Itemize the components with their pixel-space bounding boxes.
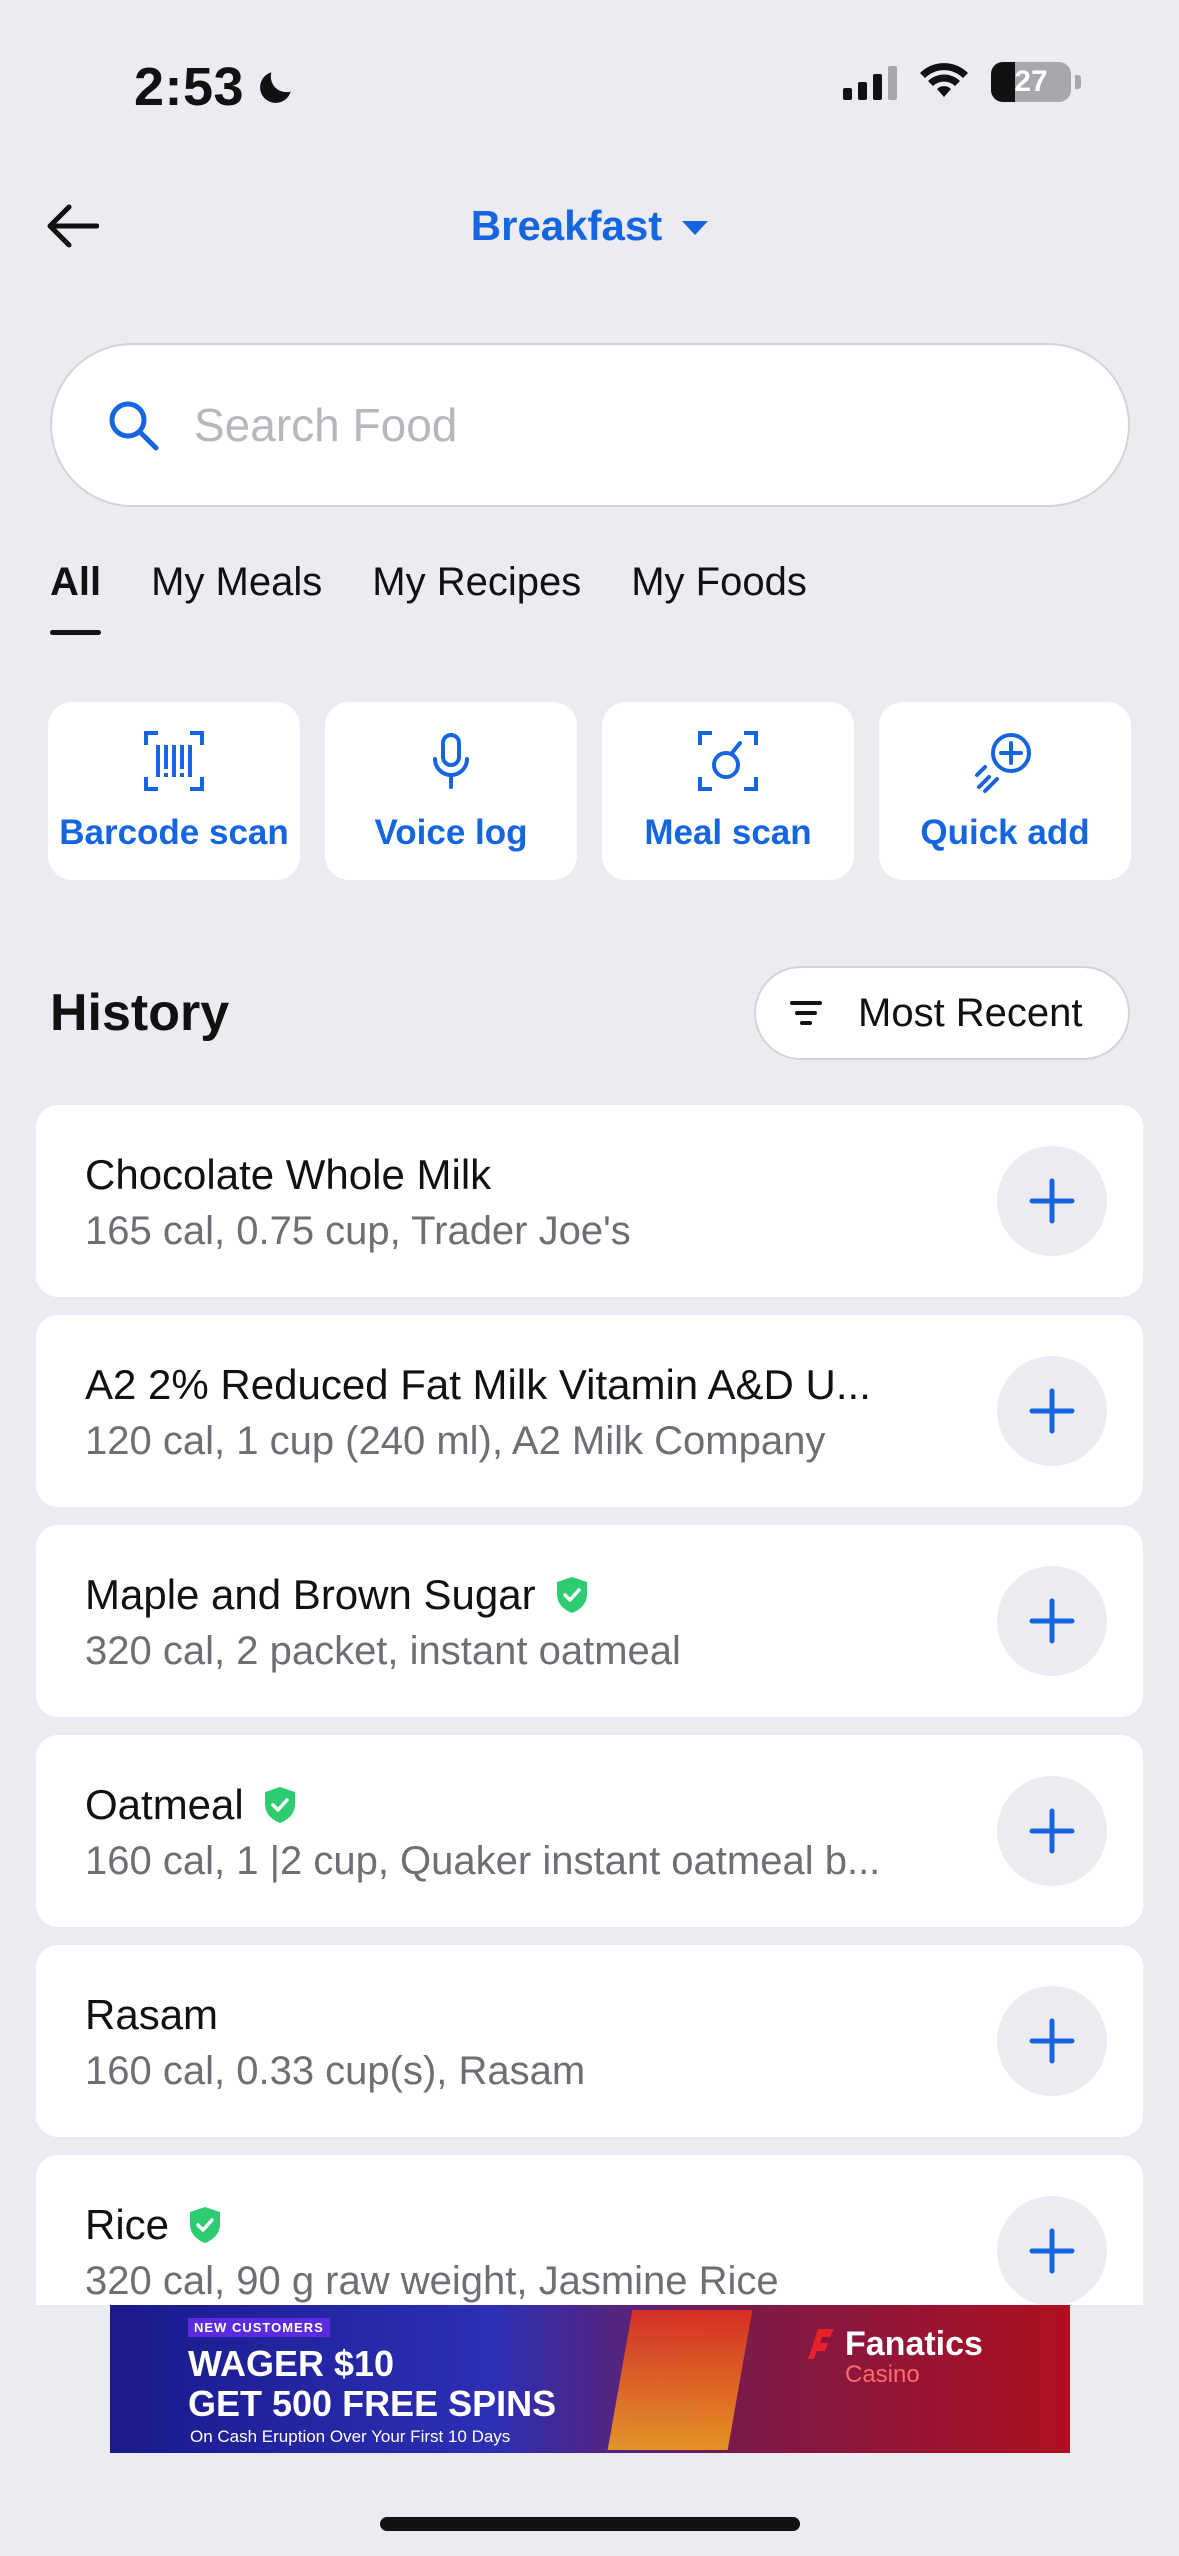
history-title: History xyxy=(50,984,230,1042)
status-time: 2:53 xyxy=(134,56,298,118)
barcode-scan-icon xyxy=(144,731,204,791)
tab-my-foods[interactable]: My Foods xyxy=(631,560,807,635)
ad-game-art xyxy=(607,2310,753,2450)
add-food-button[interactable] xyxy=(997,1146,1107,1256)
fanatics-logo-icon xyxy=(808,2329,834,2359)
ad-tagline: On Cash Eruption Over Your First 10 Days xyxy=(190,2427,511,2446)
meal-selector[interactable]: Breakfast xyxy=(0,202,1179,250)
cellular-signal-icon xyxy=(843,64,897,100)
home-indicator[interactable] xyxy=(380,2517,800,2531)
quick-add-icon xyxy=(975,733,1031,793)
add-food-button[interactable] xyxy=(997,1566,1107,1676)
history-list: Chocolate Whole Milk 165 cal, 0.75 cup, … xyxy=(0,1105,1179,2305)
ad-brand: Fanatics xyxy=(845,2325,983,2363)
chevron-down-icon xyxy=(682,221,709,235)
list-item[interactable]: Maple and Brown Sugar 320 cal, 2 packet,… xyxy=(36,1525,1143,1717)
ad-headline: WAGER $10 xyxy=(188,2343,395,2384)
plus-icon xyxy=(1029,2018,1075,2064)
food-detail: 165 cal, 0.75 cup, Trader Joe's xyxy=(85,1209,631,1253)
add-food-button[interactable] xyxy=(997,1356,1107,1466)
filter-icon xyxy=(790,1001,822,1025)
quick-actions: Barcode scan Voice log Meal scan Quick a… xyxy=(48,702,1131,880)
sort-label: Most Recent xyxy=(858,990,1083,1035)
voice-log-button[interactable]: Voice log xyxy=(325,702,577,880)
clock: 2:53 xyxy=(134,57,245,117)
plus-icon xyxy=(1029,1598,1075,1644)
tab-my-meals[interactable]: My Meals xyxy=(151,560,322,635)
tab-all[interactable]: All xyxy=(50,560,102,635)
plus-icon xyxy=(1029,1178,1075,1224)
verified-shield-icon xyxy=(264,1787,295,1823)
add-food-button[interactable] xyxy=(997,1776,1107,1886)
moon-icon xyxy=(260,72,291,103)
plus-icon xyxy=(1029,1808,1075,1854)
add-food-button[interactable] xyxy=(997,2196,1107,2305)
list-item[interactable]: Rasam 160 cal, 0.33 cup(s), Rasam xyxy=(36,1945,1143,2137)
plus-icon xyxy=(1029,2228,1075,2274)
status-icons: 27 xyxy=(843,62,1081,102)
wifi-icon xyxy=(920,63,968,97)
search-input[interactable] xyxy=(194,398,994,452)
barcode-scan-button[interactable]: Barcode scan xyxy=(48,702,300,880)
search-bar[interactable] xyxy=(50,343,1130,507)
microphone-icon xyxy=(433,733,469,789)
battery-icon: 27 xyxy=(991,62,1071,102)
food-name: Rasam xyxy=(85,1991,219,2038)
list-item[interactable]: Rice 320 cal, 90 g raw weight, Jasmine R… xyxy=(36,2155,1143,2305)
search-icon xyxy=(109,401,159,451)
barcode-scan-label: Barcode scan xyxy=(59,813,289,852)
food-name: Chocolate Whole Milk xyxy=(85,1151,492,1198)
food-detail: 320 cal, 2 packet, instant oatmeal xyxy=(85,1629,681,1673)
meal-scan-button[interactable]: Meal scan xyxy=(602,702,854,880)
verified-shield-icon xyxy=(190,2207,221,2243)
ad-badge: NEW CUSTOMERS xyxy=(188,2318,330,2337)
food-detail: 120 cal, 1 cup (240 ml), A2 Milk Company xyxy=(85,1419,826,1463)
plus-icon xyxy=(1029,1388,1075,1434)
ad-brand-sub: Casino xyxy=(845,2361,920,2388)
food-detail: 320 cal, 90 g raw weight, Jasmine Rice xyxy=(85,2259,779,2303)
quick-add-label: Quick add xyxy=(920,813,1090,852)
list-item[interactable]: Chocolate Whole Milk 165 cal, 0.75 cup, … xyxy=(36,1105,1143,1297)
tab-my-recipes[interactable]: My Recipes xyxy=(372,560,581,635)
food-detail: 160 cal, 0.33 cup(s), Rasam xyxy=(85,2049,586,2093)
food-name: Rice xyxy=(85,2201,223,2249)
sort-button[interactable]: Most Recent xyxy=(754,966,1130,1060)
ad-banner[interactable]: NEW CUSTOMERS WAGER $10 GET 500 FREE SPI… xyxy=(110,2305,1070,2453)
food-name: A2 2% Reduced Fat Milk Vitamin A&D U... xyxy=(85,1361,871,1408)
food-detail: 160 cal, 1 |2 cup, Quaker instant oatmea… xyxy=(85,1839,881,1883)
list-item[interactable]: A2 2% Reduced Fat Milk Vitamin A&D U... … xyxy=(36,1315,1143,1507)
nav-bar: Breakfast xyxy=(0,180,1179,270)
add-food-button[interactable] xyxy=(997,1986,1107,2096)
meal-scan-icon xyxy=(698,731,758,791)
filter-tabs: All My Meals My Recipes My Foods xyxy=(50,560,807,635)
food-name: Oatmeal xyxy=(85,1781,298,1829)
ad-subheadline: GET 500 FREE SPINS xyxy=(188,2383,557,2424)
meal-scan-label: Meal scan xyxy=(644,813,812,852)
status-bar: 2:53 27 xyxy=(0,0,1179,170)
verified-shield-icon xyxy=(556,1577,587,1613)
quick-add-button[interactable]: Quick add xyxy=(879,702,1131,880)
meal-label: Breakfast xyxy=(470,202,663,249)
voice-log-label: Voice log xyxy=(374,813,528,852)
list-item[interactable]: Oatmeal 160 cal, 1 |2 cup, Quaker instan… xyxy=(36,1735,1143,1927)
food-name: Maple and Brown Sugar xyxy=(85,1571,590,1619)
battery-level: 27 xyxy=(1014,65,1048,98)
